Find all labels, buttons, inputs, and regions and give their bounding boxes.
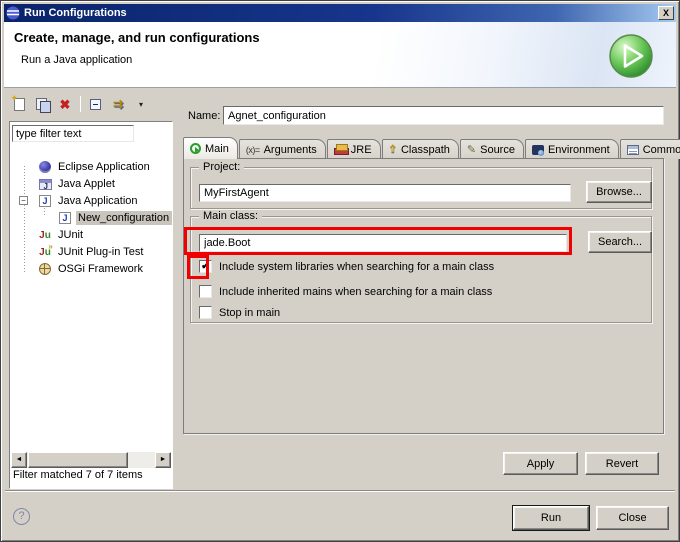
checkbox-stop-in-main[interactable]: Stop in main bbox=[199, 306, 280, 319]
jre-icon bbox=[334, 144, 347, 155]
tree-item-label: JUnit Plug-in Test bbox=[56, 245, 145, 259]
tree-item-junit-plugin-test[interactable]: Ju JUnit Plug-in Test bbox=[10, 244, 173, 260]
new-configuration-icon bbox=[14, 98, 25, 111]
collapse-all-button[interactable] bbox=[85, 95, 105, 113]
environment-icon bbox=[532, 145, 544, 155]
banner-title: Create, manage, and run configurations bbox=[14, 30, 260, 45]
toolbar-separator bbox=[80, 96, 81, 112]
filter-configurations-button[interactable]: ⇉ bbox=[108, 95, 128, 113]
osgi-framework-icon bbox=[39, 263, 51, 275]
main-class-group-label: Main class: bbox=[199, 210, 262, 222]
search-button[interactable]: Search... bbox=[588, 231, 652, 253]
checkbox-label: Include inherited mains when searching f… bbox=[219, 286, 492, 298]
toolbar-menu-button[interactable]: ▾ bbox=[131, 95, 151, 113]
delete-configuration-button[interactable]: ✖ bbox=[55, 95, 75, 113]
checkbox-include-inherited-mains[interactable]: Include inherited mains when searching f… bbox=[199, 285, 492, 298]
arguments-icon: (x)= bbox=[246, 145, 260, 155]
revert-button[interactable]: Revert bbox=[585, 452, 659, 475]
java-application-icon: J bbox=[59, 212, 71, 224]
titlebar[interactable]: Run Configurations X bbox=[4, 4, 676, 22]
tab-main[interactable]: Main bbox=[183, 137, 238, 159]
close-icon[interactable]: X bbox=[658, 6, 674, 20]
dialog-separator bbox=[5, 490, 675, 492]
tree-item-java-application[interactable]: − J Java Application bbox=[10, 193, 173, 209]
common-icon bbox=[627, 145, 639, 155]
tab-arguments[interactable]: (x)= Arguments bbox=[239, 139, 326, 159]
filter-input[interactable] bbox=[12, 125, 134, 142]
duplicate-icon bbox=[36, 98, 49, 111]
project-group-label: Project: bbox=[199, 161, 244, 173]
tree-item-eclipse-application[interactable]: Eclipse Application bbox=[10, 159, 173, 175]
tree-item-new-configuration[interactable]: J New_configuration bbox=[10, 210, 173, 226]
new-configuration-button[interactable] bbox=[9, 95, 29, 113]
tab-classpath[interactable]: ⇧ Classpath bbox=[382, 139, 459, 159]
collapse-expander-icon[interactable]: − bbox=[19, 196, 28, 205]
classpath-icon: ⇧ bbox=[389, 144, 397, 155]
close-button[interactable]: Close bbox=[596, 506, 669, 530]
tree-item-junit[interactable]: Ju JUnit bbox=[10, 227, 173, 243]
window-title: Run Configurations bbox=[24, 7, 127, 19]
tree-item-label: Java Application bbox=[56, 194, 140, 208]
tab-source[interactable]: ✎ Source bbox=[460, 139, 524, 159]
main-class-group: Main class: Search... ✔ Include system l… bbox=[190, 216, 652, 323]
run-button[interactable]: Run bbox=[513, 506, 589, 530]
configurations-tree-panel: Eclipse Application Java Applet − J Java… bbox=[9, 121, 173, 489]
scrollbar-thumb[interactable] bbox=[28, 452, 128, 468]
source-icon: ✎ bbox=[467, 143, 476, 156]
checkbox-label: Stop in main bbox=[219, 307, 280, 319]
project-input[interactable] bbox=[199, 184, 571, 202]
run-java-application-icon bbox=[608, 33, 654, 79]
collapse-all-icon bbox=[90, 99, 101, 110]
run-main-tab-icon bbox=[190, 143, 201, 154]
checkbox-unchecked-icon[interactable] bbox=[199, 285, 212, 298]
header-banner: Create, manage, and run configurations R… bbox=[4, 22, 676, 88]
tab-jre[interactable]: JRE bbox=[327, 139, 381, 159]
filter-status-text: Filter matched 7 of 7 items bbox=[13, 469, 143, 481]
junit-icon: Ju bbox=[39, 230, 51, 241]
banner-subtitle: Run a Java application bbox=[21, 54, 132, 66]
browse-button[interactable]: Browse... bbox=[586, 181, 652, 203]
name-label: Name: bbox=[188, 110, 220, 122]
checkbox-include-system-libraries[interactable]: ✔ Include system libraries when searchin… bbox=[199, 260, 494, 273]
main-class-input[interactable] bbox=[199, 234, 567, 252]
tree-item-label: JUnit bbox=[56, 228, 85, 242]
tab-common[interactable]: Common bbox=[620, 139, 680, 159]
delete-icon: ✖ bbox=[60, 98, 71, 111]
junit-plugin-test-icon: Ju bbox=[39, 247, 51, 258]
tree-item-label: Eclipse Application bbox=[56, 160, 152, 174]
duplicate-configuration-button[interactable] bbox=[32, 95, 52, 113]
eclipse-logo-icon bbox=[6, 6, 20, 20]
tree-item-label: New_configuration bbox=[76, 211, 173, 225]
project-group: Project: Browse... bbox=[190, 167, 652, 209]
scroll-right-icon[interactable]: ► bbox=[155, 452, 171, 468]
eclipse-application-icon bbox=[39, 161, 51, 173]
tree-horizontal-scrollbar[interactable]: ◄ ► bbox=[11, 452, 171, 468]
filter-icon: ⇉ bbox=[113, 97, 123, 111]
chevron-down-icon: ▾ bbox=[139, 100, 143, 109]
help-icon[interactable]: ? bbox=[13, 508, 30, 525]
configuration-name-input[interactable] bbox=[223, 106, 664, 125]
configurations-toolbar: ✖ ⇉ ▾ bbox=[9, 94, 154, 114]
scroll-left-icon[interactable]: ◄ bbox=[11, 452, 27, 468]
main-tab-content: Project: Browse... Main class: Search...… bbox=[183, 158, 664, 434]
tree-item-java-applet[interactable]: Java Applet bbox=[10, 176, 173, 192]
tree-item-label: OSGi Framework bbox=[56, 262, 145, 276]
checkbox-unchecked-icon[interactable] bbox=[199, 306, 212, 319]
tree-item-label: Java Applet bbox=[56, 177, 117, 191]
apply-button[interactable]: Apply bbox=[503, 452, 578, 475]
run-configurations-dialog: Run Configurations X Create, manage, and… bbox=[0, 0, 680, 542]
java-application-icon: J bbox=[39, 195, 51, 207]
tree-item-osgi-framework[interactable]: OSGi Framework bbox=[10, 261, 173, 277]
java-applet-icon bbox=[39, 179, 52, 190]
checkbox-label: Include system libraries when searching … bbox=[219, 261, 494, 273]
checkbox-checked-icon[interactable]: ✔ bbox=[199, 260, 212, 273]
tab-environment[interactable]: Environment bbox=[525, 139, 619, 159]
tab-bar: Main (x)= Arguments JRE ⇧ Classpath ✎ So… bbox=[183, 137, 680, 159]
